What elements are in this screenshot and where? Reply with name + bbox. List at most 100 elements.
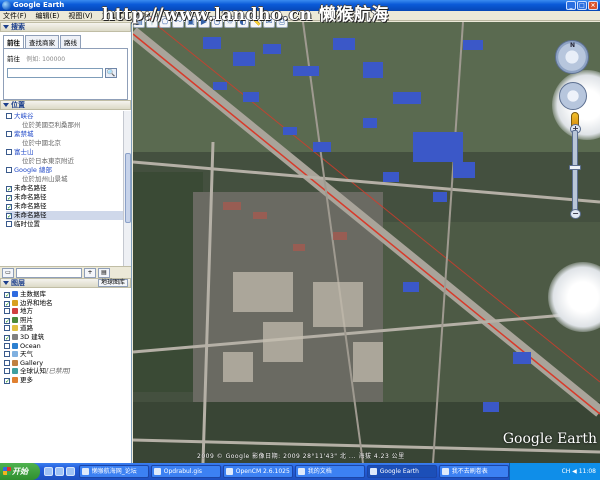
quick-launch-icon[interactable] <box>54 467 64 476</box>
place-item[interactable]: 富士山 <box>6 148 131 157</box>
taskbar-item[interactable]: OpenCM 2.6.1025 <box>222 465 293 478</box>
layer-item[interactable]: 主数据库 <box>4 290 131 299</box>
start-button[interactable]: 开始 <box>0 463 40 480</box>
layer-item[interactable]: 天气 <box>4 350 131 359</box>
place-item[interactable]: 未命名路径 <box>6 184 131 193</box>
move-joystick[interactable] <box>559 82 587 110</box>
layer-icon <box>12 376 18 383</box>
search-button[interactable]: 🔍 <box>105 68 117 78</box>
layer-label: 天气 <box>20 350 33 359</box>
place-item[interactable]: 大峡谷 <box>6 112 131 121</box>
place-checkbox[interactable] <box>6 186 12 192</box>
zoom-out-button[interactable]: − <box>570 209 581 219</box>
layer-checkbox[interactable] <box>4 342 10 349</box>
places-scrollbar[interactable] <box>123 111 131 266</box>
layer-checkbox[interactable] <box>4 292 10 298</box>
layer-checkbox[interactable] <box>4 308 10 315</box>
place-checkbox[interactable] <box>6 195 12 201</box>
zoom-slider[interactable] <box>572 130 578 212</box>
layer-item[interactable]: 全球认知[已禁用] <box>4 367 131 376</box>
place-item[interactable]: 临时位置 <box>6 220 131 229</box>
taskbar-items: 懒猴航海网_论坛 Opdrabul.gis OpenCM 2.6.1025 我的文档 G… <box>78 465 509 478</box>
layer-label: 道路 <box>20 324 33 333</box>
view-toggle-icon[interactable]: ▭ <box>2 268 14 278</box>
layer-checkbox[interactable] <box>4 359 10 366</box>
place-title: 紫禁城 <box>14 130 34 138</box>
place-item[interactable]: Google 總部 <box>6 166 131 175</box>
taskbar-item[interactable]: Opdrabul.gis <box>150 465 221 478</box>
place-item[interactable]: 未命名路径 <box>6 193 131 202</box>
place-subtitle-row: 位於日本東京附近 <box>6 157 131 166</box>
menu-item[interactable]: 文件(F) <box>3 11 27 21</box>
places-filter-input[interactable] <box>16 268 82 278</box>
layer-checkbox[interactable] <box>4 317 10 324</box>
layer-checkbox[interactable] <box>4 377 10 384</box>
layer-checkbox[interactable] <box>4 351 10 358</box>
taskbar-item[interactable]: 我不去刷卷表 <box>438 465 509 478</box>
layer-icon <box>12 368 18 375</box>
places-menu-icon[interactable]: ▤ <box>98 268 110 278</box>
layer-item[interactable]: 道路 <box>4 324 131 333</box>
place-checkbox[interactable] <box>6 213 12 219</box>
taskbar-item[interactable]: 我的文档 <box>294 465 365 478</box>
tab-2[interactable]: 查找商家 <box>25 35 59 48</box>
layer-item[interactable]: 更多 <box>4 376 131 385</box>
place-item[interactable]: 紫禁城 <box>6 130 131 139</box>
layer-item[interactable]: Ocean <box>4 342 131 351</box>
quick-launch-icon[interactable] <box>65 467 75 476</box>
search-body: 前往 例如: 100000 🔍 <box>3 48 128 100</box>
place-item[interactable]: 未命名路径 <box>6 211 131 220</box>
collapse-triangle-icon <box>3 25 9 29</box>
layer-checkbox[interactable] <box>4 334 10 341</box>
add-folder-icon[interactable]: + <box>84 268 96 278</box>
place-title: 未命名路径 <box>14 202 47 210</box>
collapse-triangle-icon <box>3 281 9 285</box>
layer-checkbox[interactable] <box>4 300 10 307</box>
layer-item[interactable]: 3D 建筑 <box>4 333 131 342</box>
menu-item[interactable]: 编辑(E) <box>36 11 60 21</box>
place-subtitle: 位於美國亞利桑那州 <box>22 121 81 129</box>
layer-label: 地方 <box>20 307 33 316</box>
tab-1[interactable]: 前往 <box>3 35 24 48</box>
maximize-button[interactable]: □ <box>577 1 587 10</box>
place-checkbox[interactable] <box>6 113 12 119</box>
earth-gallery-button[interactable]: 地球图库 <box>97 279 128 287</box>
layer-icon <box>12 299 18 306</box>
layers-list: 主数据库边界和地名地方照片道路3D 建筑Ocean天气Gallery全球认知[已… <box>0 288 131 385</box>
place-item[interactable]: 未命名路径 <box>6 202 131 211</box>
close-button[interactable]: × <box>588 1 598 10</box>
satellite-imagery <box>133 22 600 463</box>
quick-launch-icon[interactable] <box>43 467 53 476</box>
tab-3[interactable]: 路线 <box>60 35 81 48</box>
menu-item[interactable]: 视图(V) <box>68 11 92 21</box>
layer-item[interactable]: 边界和地名 <box>4 299 131 308</box>
minimize-button[interactable]: _ <box>566 1 576 10</box>
place-title: Google 總部 <box>14 166 52 174</box>
layer-label: 边界和地名 <box>20 298 53 307</box>
taskbar-item[interactable]: 懒猴航海网_论坛 <box>78 465 149 478</box>
place-title: 大峡谷 <box>14 112 34 120</box>
place-checkbox[interactable] <box>6 149 12 155</box>
places-list: 大峡谷 位於美國亞利桑那州 紫禁城 位於中國北京 富士山 位於日本東京附近 Google 總… <box>0 110 131 229</box>
taskbar-item[interactable]: Google Earth <box>366 465 437 478</box>
layer-note: [已禁用] <box>46 367 71 376</box>
layer-icon <box>12 308 18 315</box>
layer-checkbox[interactable] <box>4 325 10 332</box>
satellite-map-view[interactable]: N + − Google Earth 2009 © Google 影像日期: 2… <box>133 22 600 463</box>
scrollbar-thumb[interactable] <box>125 153 131 223</box>
layer-item[interactable]: 地方 <box>4 307 131 316</box>
layer-icon <box>12 333 18 340</box>
place-checkbox[interactable] <box>6 204 12 210</box>
places-panel-header[interactable]: 位置 <box>0 100 131 110</box>
layer-icon <box>12 342 18 349</box>
zoom-slider-knob[interactable] <box>569 165 581 170</box>
place-checkbox[interactable] <box>6 221 12 227</box>
place-checkbox[interactable] <box>6 131 12 137</box>
look-joystick[interactable]: N <box>555 40 589 74</box>
search-input[interactable] <box>7 68 103 78</box>
places-panel: 位置 大峡谷 位於美國亞利桑那州 紫禁城 位於中國北京 富士山 位於日本東京附近 Googl… <box>0 100 131 266</box>
layer-checkbox[interactable] <box>4 368 10 375</box>
search-panel: 搜索 前往 查找商家 路线 前往 例如: 100000 🔍 <box>0 22 131 100</box>
place-checkbox[interactable] <box>6 167 12 173</box>
layer-label: Gallery <box>20 358 44 367</box>
